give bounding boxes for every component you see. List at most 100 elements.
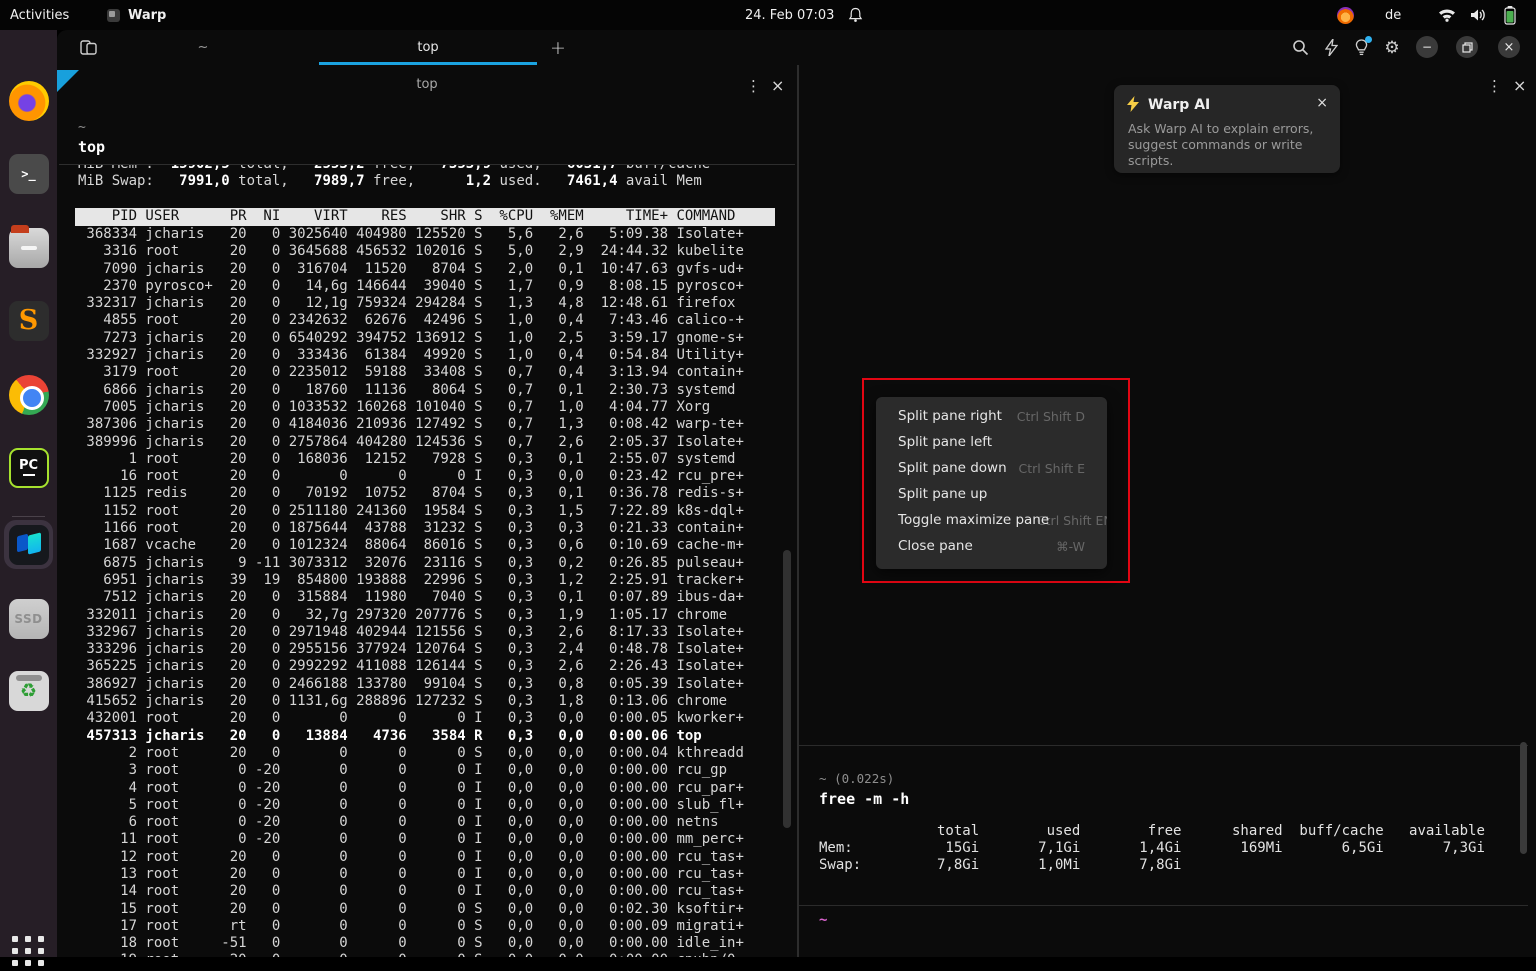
warp-ai-card: Warp AI × Ask Warp AI to explain errors,… [1114, 85, 1340, 173]
dock: >_ S PC SSD ♻ [0, 30, 57, 957]
process-row: 365225 jcharis 20 0 2992292 411088 12614… [78, 658, 797, 675]
tab-top-label: top [417, 40, 438, 55]
block-context-dir: ~ [78, 119, 86, 136]
process-row: 7090 jcharis 20 0 316704 11520 8704 S 2,… [78, 261, 797, 278]
menu-item-toggle-maximize-pane[interactable]: Toggle maximize paneCtrl Shift ENTER [876, 508, 1107, 534]
tips-bulb-icon[interactable] [1348, 30, 1374, 65]
process-row: 386927 jcharis 20 0 2466188 133780 99104… [78, 676, 797, 693]
notification-bell-icon [848, 7, 863, 23]
warp-icon [9, 525, 49, 565]
menu-item-split-pane-right[interactable]: Split pane rightCtrl Shift D [876, 404, 1107, 430]
menu-item-shortcut: Ctrl Shift D [1017, 409, 1085, 424]
pane-menu-icon[interactable]: ⋮ [1487, 77, 1502, 95]
keyboard-layout-indicator[interactable]: de [1385, 0, 1401, 30]
warp-ai-bolt-icon [1127, 96, 1139, 112]
dock-item-app-grid[interactable] [8, 930, 49, 971]
search-icon[interactable] [1287, 30, 1313, 65]
new-tab-button[interactable]: + [545, 30, 571, 65]
memory-summary-lines: MiB Mem : 15902,5 total, 2553,2 free, 73… [78, 165, 778, 199]
right-pane-scrollbar[interactable] [1520, 742, 1527, 854]
bolt-icon[interactable] [1318, 30, 1344, 65]
menu-item-split-pane-up[interactable]: Split pane up [876, 482, 1107, 508]
firefox-icon [9, 81, 49, 121]
menu-item-label: Toggle maximize pane [898, 512, 1049, 528]
pycharm-icon: PC [9, 448, 49, 488]
process-row: 333296 jcharis 20 0 2955156 377924 12076… [78, 641, 797, 658]
menu-item-label: Split pane down [898, 460, 1007, 476]
process-row: 7512 jcharis 20 0 315884 11980 7040 S 0,… [78, 589, 797, 606]
app-grid-icon [12, 936, 45, 966]
menu-item-split-pane-left[interactable]: Split pane left [876, 430, 1107, 456]
process-row: 389996 jcharis 20 0 2757864 404280 12453… [78, 434, 797, 451]
menu-item-label: Close pane [898, 538, 973, 554]
pane-menu-icon[interactable]: ⋮ [746, 77, 761, 95]
dock-item-chrome[interactable] [8, 374, 49, 415]
warp-window: ~ top + ⚙ − × top ⋮ × ~ top [57, 30, 1536, 957]
trash-icon: ♻ [9, 671, 49, 711]
dock-item-trash[interactable]: ♻ [8, 670, 49, 711]
warp-ai-close-icon[interactable]: × [1316, 95, 1328, 111]
dock-item-terminal[interactable]: >_ [8, 153, 49, 194]
dock-item-files[interactable] [8, 227, 49, 268]
process-row: 19 root 20 0 0 0 0 S 0,0 0,0 0:00.00 cpu… [78, 952, 797, 957]
pane-context-menu: Split pane rightCtrl Shift DSplit pane l… [876, 397, 1107, 569]
process-table: 368334 jcharis 20 0 3025640 404980 12552… [78, 226, 797, 957]
sublime-icon: S [9, 301, 49, 341]
dock-item-pycharm[interactable]: PC [8, 447, 49, 488]
chrome-icon [9, 375, 49, 415]
terminal-icon: >_ [9, 154, 49, 194]
dock-item-ssd-drive[interactable]: SSD [8, 598, 49, 639]
process-table-header: PID USER PR NI VIRT RES SHR S %CPU %MEM … [75, 208, 775, 226]
left-pane-scrollbar[interactable] [783, 550, 791, 828]
dock-item-sublime[interactable]: S [8, 300, 49, 341]
minimize-button[interactable]: − [1416, 36, 1438, 58]
tab-top[interactable]: top [319, 30, 537, 65]
command-top[interactable]: top [78, 139, 105, 156]
window-close-button[interactable]: × [1498, 36, 1520, 58]
menu-item-split-pane-down[interactable]: Split pane down Ctrl Shift E [876, 456, 1107, 482]
process-row: 12 root 20 0 0 0 0 I 0,0 0,0 0:00.00 rcu… [78, 849, 797, 866]
process-row: 432001 root 20 0 0 0 0 I 0,3 0,0 0:00.05… [78, 710, 797, 727]
menu-item-shortcut: ⌘-W [1056, 539, 1085, 554]
block-context-line: ~ (0.022s) [819, 770, 1485, 787]
process-row: 4 root 0 -20 0 0 0 I 0,0 0,0 0:00.00 rcu… [78, 780, 797, 797]
process-row: 332011 jcharis 20 0 32,7g 297320 207776 … [78, 607, 797, 624]
process-row: 1687 vcache 20 0 1012324 88064 86016 S 0… [78, 537, 797, 554]
process-row: 332967 jcharis 20 0 2971948 402944 12155… [78, 624, 797, 641]
free-output-line: Mem: 15Gi 7,1Gi 1,4Gi 169Mi 6,5Gi 7,3Gi [819, 840, 1485, 857]
pane-close-icon[interactable]: × [771, 76, 784, 95]
clock-menu[interactable]: 24. Feb 07:03 [745, 0, 863, 30]
process-row: 1 root 20 0 168036 12152 7928 S 0,3 0,1 … [78, 451, 797, 468]
user-avatar[interactable] [1337, 0, 1354, 30]
focused-app-name: Warp [128, 8, 166, 23]
pane-close-icon[interactable]: × [1513, 76, 1526, 95]
block-separator [799, 745, 1528, 746]
free-output-line: Swap: 7,8Gi 1,0Mi 7,8Gi [819, 857, 1485, 874]
command-free[interactable]: free -m -h [819, 791, 1485, 808]
focused-app-menu[interactable]: Warp [107, 0, 166, 30]
clock-label: 24. Feb 07:03 [745, 8, 834, 23]
restore-button[interactable] [1456, 36, 1478, 58]
process-row: 457313 jcharis 20 0 13884 4736 3584 R 0,… [78, 728, 797, 745]
settings-gear-icon[interactable]: ⚙ [1379, 30, 1405, 65]
dock-item-firefox[interactable] [8, 80, 49, 121]
activities-button[interactable]: Activities [10, 0, 69, 30]
mem-summary-line: MiB Swap: 7991,0 total, 7989,7 free, 1,2… [78, 173, 778, 190]
current-prompt[interactable]: ~ [819, 912, 827, 929]
menu-item-close-pane[interactable]: Close pane ⌘-W [876, 534, 1107, 560]
mem-summary-line: MiB Mem : 15902,5 total, 2553,2 free, 73… [78, 165, 778, 173]
tab-home[interactable]: ~ [94, 30, 312, 65]
wifi-icon[interactable] [1438, 0, 1456, 30]
process-row: 332927 jcharis 20 0 333436 61384 49920 S… [78, 347, 797, 364]
menu-item-shortcut: Ctrl Shift E [1019, 461, 1086, 476]
battery-icon[interactable] [1503, 0, 1517, 30]
activities-label: Activities [10, 8, 69, 23]
volume-icon[interactable] [1470, 0, 1487, 30]
ssd-drive-icon: SSD [9, 599, 49, 639]
avatar-icon [1337, 7, 1354, 24]
process-row: 2370 pyrosco+ 20 0 14,6g 146644 39040 S … [78, 278, 797, 295]
dock-item-warp[interactable] [8, 524, 49, 565]
process-row: 6866 jcharis 20 0 18760 11136 8064 S 0,7… [78, 382, 797, 399]
warp-ai-body: Ask Warp AI to explain errors, suggest c… [1128, 121, 1322, 169]
process-row: 1166 root 20 0 1875644 43788 31232 S 0,3… [78, 520, 797, 537]
